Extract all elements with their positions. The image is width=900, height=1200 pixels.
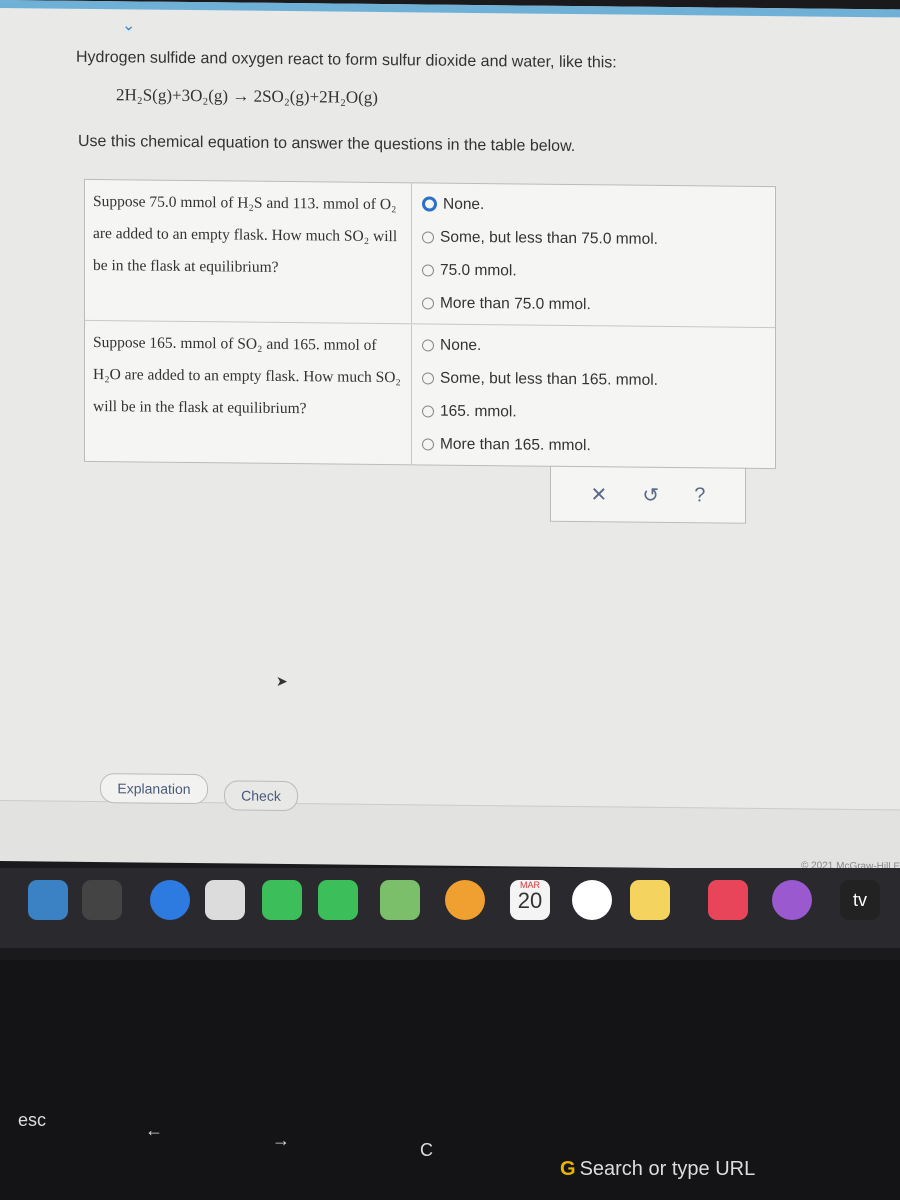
option-radio[interactable]: Some, but less than 165. mmol.	[422, 361, 765, 398]
option-radio[interactable]: 75.0 mmol.	[422, 253, 765, 290]
radio-icon[interactable]	[422, 263, 434, 277]
maps-icon[interactable]	[380, 880, 420, 920]
photos-icon[interactable]	[445, 880, 485, 920]
question-row: Suppose 75.0 mmol of H₂S and 113. mmol o…	[85, 179, 775, 329]
notes-icon[interactable]	[630, 880, 670, 920]
calendar-icon[interactable]: MAR 20	[510, 880, 550, 920]
clear-icon[interactable]: ✕	[591, 482, 608, 507]
question-text: Suppose 165. mmol of SO₂ and 165. mmol o…	[85, 320, 412, 465]
chemical-equation: 2H₂S(g)+3O₂(g) → 2SO₂(g)+2H₂O(g)	[116, 85, 378, 107]
radio-icon[interactable]	[422, 296, 434, 310]
back-key[interactable]: ←	[145, 1120, 163, 1141]
question-row: Suppose 165. mmol of SO₂ and 165. mmol o…	[85, 320, 775, 468]
option-radio[interactable]: More than 75.0 mmol.	[422, 286, 765, 323]
collapse-chevron-icon[interactable]: ⌄	[122, 15, 135, 35]
question-text: Suppose 75.0 mmol of H₂S and 113. mmol o…	[85, 179, 412, 324]
mouse-cursor-icon: ➤	[276, 672, 288, 690]
launchpad-icon[interactable]	[82, 880, 122, 920]
browser-screen: ⌄ Hydrogen sulfide and oxygen react to f…	[0, 0, 900, 872]
music-icon[interactable]	[708, 880, 748, 920]
appletv-icon[interactable]: tv	[840, 880, 880, 920]
option-radio[interactable]: More than 165. mmol.	[422, 427, 765, 464]
touchbar-search[interactable]: G Search or type URL	[560, 1158, 755, 1181]
radio-icon[interactable]	[422, 338, 434, 352]
radio-icon[interactable]	[422, 230, 434, 244]
options-group: None. Some, but less than 75.0 mmol. 75.…	[412, 183, 775, 327]
mail-icon[interactable]	[205, 880, 245, 920]
messages-icon[interactable]	[318, 880, 358, 920]
reload-key[interactable]: C	[420, 1140, 433, 1161]
explanation-button[interactable]: Explanation	[100, 773, 208, 805]
options-group: None. Some, but less than 165. mmol. 165…	[412, 324, 775, 468]
radio-selected-icon[interactable]	[422, 196, 437, 212]
instruction-text: Use this chemical equation to answer the…	[78, 132, 576, 156]
chrome-icon[interactable]	[572, 880, 612, 920]
facetime-icon[interactable]	[262, 880, 302, 920]
intro-text: Hydrogen sulfide and oxygen react to for…	[76, 48, 617, 72]
radio-icon[interactable]	[422, 371, 434, 385]
radio-icon[interactable]	[422, 437, 434, 451]
safari-icon[interactable]	[150, 880, 190, 920]
answer-tools: ✕ ↺ ?	[550, 465, 746, 524]
option-radio[interactable]: Some, but less than 75.0 mmol.	[422, 220, 765, 257]
check-button[interactable]: Check	[224, 780, 298, 812]
question-table: Suppose 75.0 mmol of H₂S and 113. mmol o…	[84, 178, 776, 470]
option-radio[interactable]: None.	[422, 328, 765, 365]
option-radio[interactable]: None.	[422, 187, 765, 224]
bottom-bar	[0, 800, 900, 871]
help-icon[interactable]: ?	[694, 484, 705, 507]
google-icon: G	[560, 1158, 576, 1180]
keyboard-area	[0, 960, 900, 1200]
forward-key[interactable]: →	[272, 1130, 290, 1151]
finder-icon[interactable]	[28, 880, 68, 920]
option-radio[interactable]: 165. mmol.	[422, 394, 765, 431]
undo-icon[interactable]: ↺	[642, 482, 659, 507]
esc-key[interactable]: esc	[18, 1110, 46, 1131]
podcasts-icon[interactable]	[772, 880, 812, 920]
radio-icon[interactable]	[422, 404, 434, 418]
